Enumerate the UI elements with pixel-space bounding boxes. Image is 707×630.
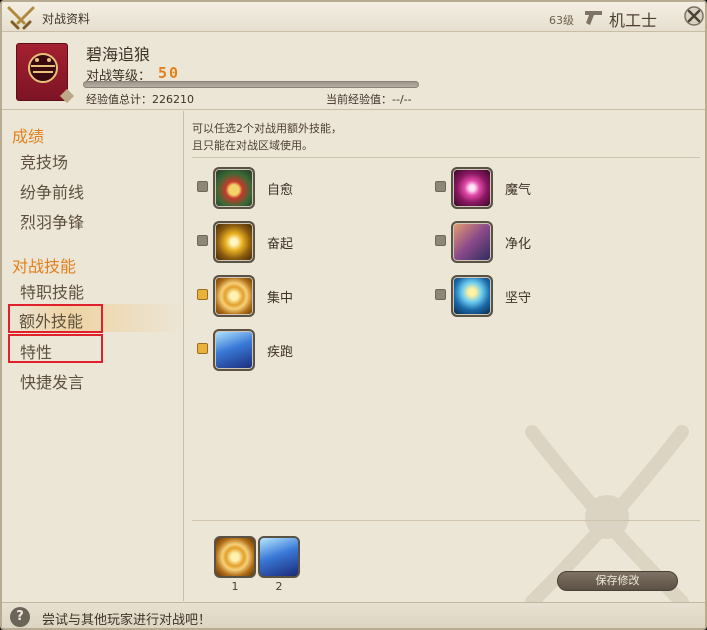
rampart-icon: [213, 221, 255, 263]
skill-label: 集中: [267, 291, 294, 306]
machinist-job-icon: [585, 11, 602, 25]
recuperate-icon: [213, 167, 255, 209]
title-bar[interactable]: 对战资料 63级 机工士: [2, 2, 705, 32]
skill-guard[interactable]: 坚守: [435, 275, 675, 319]
sidebar-item-traits[interactable]: 特性: [20, 339, 52, 363]
sidebar-item-rival-wings[interactable]: 烈羽争锋: [20, 209, 84, 233]
player-header: 碧海追狼 对战等级： 50 经验值总计：226210 当前经验值：--/--: [2, 33, 705, 110]
status-text: 尝试与其他玩家进行对战吧！: [42, 613, 212, 628]
pvp-emblem-icon: [16, 43, 68, 101]
focus-icon: [213, 275, 255, 317]
slot-number-1: 1: [231, 580, 239, 593]
help-icon[interactable]: ?: [10, 607, 30, 627]
window-title: 对战资料: [42, 12, 91, 26]
skill-label: 奋起: [267, 237, 294, 252]
sprint-icon: [213, 329, 255, 371]
slot-number-2: 2: [275, 580, 283, 593]
skill-label: 净化: [505, 237, 532, 252]
rank-value: 50: [158, 64, 181, 82]
slots-divider: [192, 520, 700, 521]
hint-divider: [192, 157, 700, 158]
exp-total: 经验值总计：226210: [86, 93, 194, 106]
skill-focus[interactable]: 集中: [197, 275, 437, 319]
skill-label: 疾跑: [267, 345, 294, 360]
guard-icon: [451, 275, 493, 317]
purify-icon: [451, 221, 493, 263]
skill-checkbox[interactable]: [435, 235, 446, 246]
skill-purify[interactable]: 净化: [435, 221, 675, 265]
skill-checkbox[interactable]: [435, 289, 446, 300]
sidebar-item-frontline[interactable]: 纷争前线: [20, 179, 84, 203]
exp-progress-bar: [83, 81, 419, 88]
exp-current: 当前经验值：--/--: [326, 93, 412, 106]
skill-recuperate[interactable]: 自愈: [197, 167, 437, 211]
hint-line-2: 且只能在对战区域使用。: [192, 139, 313, 152]
skill-rampart[interactable]: 奋起: [197, 221, 437, 265]
skill-checkbox[interactable]: [435, 181, 446, 192]
skill-label: 坚守: [505, 291, 532, 306]
sidebar-item-arena[interactable]: 竞技场: [20, 149, 68, 173]
status-bar: ? 尝试与其他玩家进行对战吧！: [2, 602, 705, 628]
close-icon[interactable]: [683, 5, 705, 27]
sidebar-item-job-skills[interactable]: 特职技能: [20, 279, 84, 303]
player-name: 碧海追狼: [86, 45, 151, 64]
crossed-swords-icon: [7, 6, 35, 30]
pvp-profile-window: 对战资料 63级 机工士 碧海追狼 对战等级： 50 经验值总计：226210 …: [0, 0, 707, 630]
mana-icon: [451, 167, 493, 209]
skill-checkbox[interactable]: [197, 235, 208, 246]
sidebar-item-extra-skills[interactable]: 额外技能: [8, 304, 184, 332]
hint-text: 可以任选2个对战用额外技能， 且只能在对战区域使用。: [192, 120, 492, 154]
skill-checkbox-checked[interactable]: [197, 343, 208, 354]
category-pvp-skills: 对战技能: [12, 257, 77, 276]
skill-label: 自愈: [267, 183, 294, 198]
skill-checkbox[interactable]: [197, 181, 208, 192]
skill-sprint[interactable]: 疾跑: [197, 329, 437, 373]
selected-slot-1-focus-icon[interactable]: [214, 536, 256, 578]
skill-checkbox-checked[interactable]: [197, 289, 208, 300]
save-button[interactable]: 保存修改: [557, 571, 678, 591]
sidebar: 成绩 竞技场 纷争前线 烈羽争锋 对战技能 特职技能 额外技能 特性 快捷发言: [2, 111, 184, 601]
hint-line-1: 可以任选2个对战用额外技能，: [192, 122, 342, 135]
skill-label: 魔气: [505, 183, 532, 198]
sidebar-item-quick-chat[interactable]: 快捷发言: [20, 369, 84, 393]
category-achievements: 成绩: [12, 127, 45, 146]
skill-mana[interactable]: 魔气: [435, 167, 675, 211]
job-text: 机工士: [609, 11, 658, 30]
selected-slot-2-sprint-icon[interactable]: [258, 536, 300, 578]
level-text: 63级: [549, 14, 574, 27]
